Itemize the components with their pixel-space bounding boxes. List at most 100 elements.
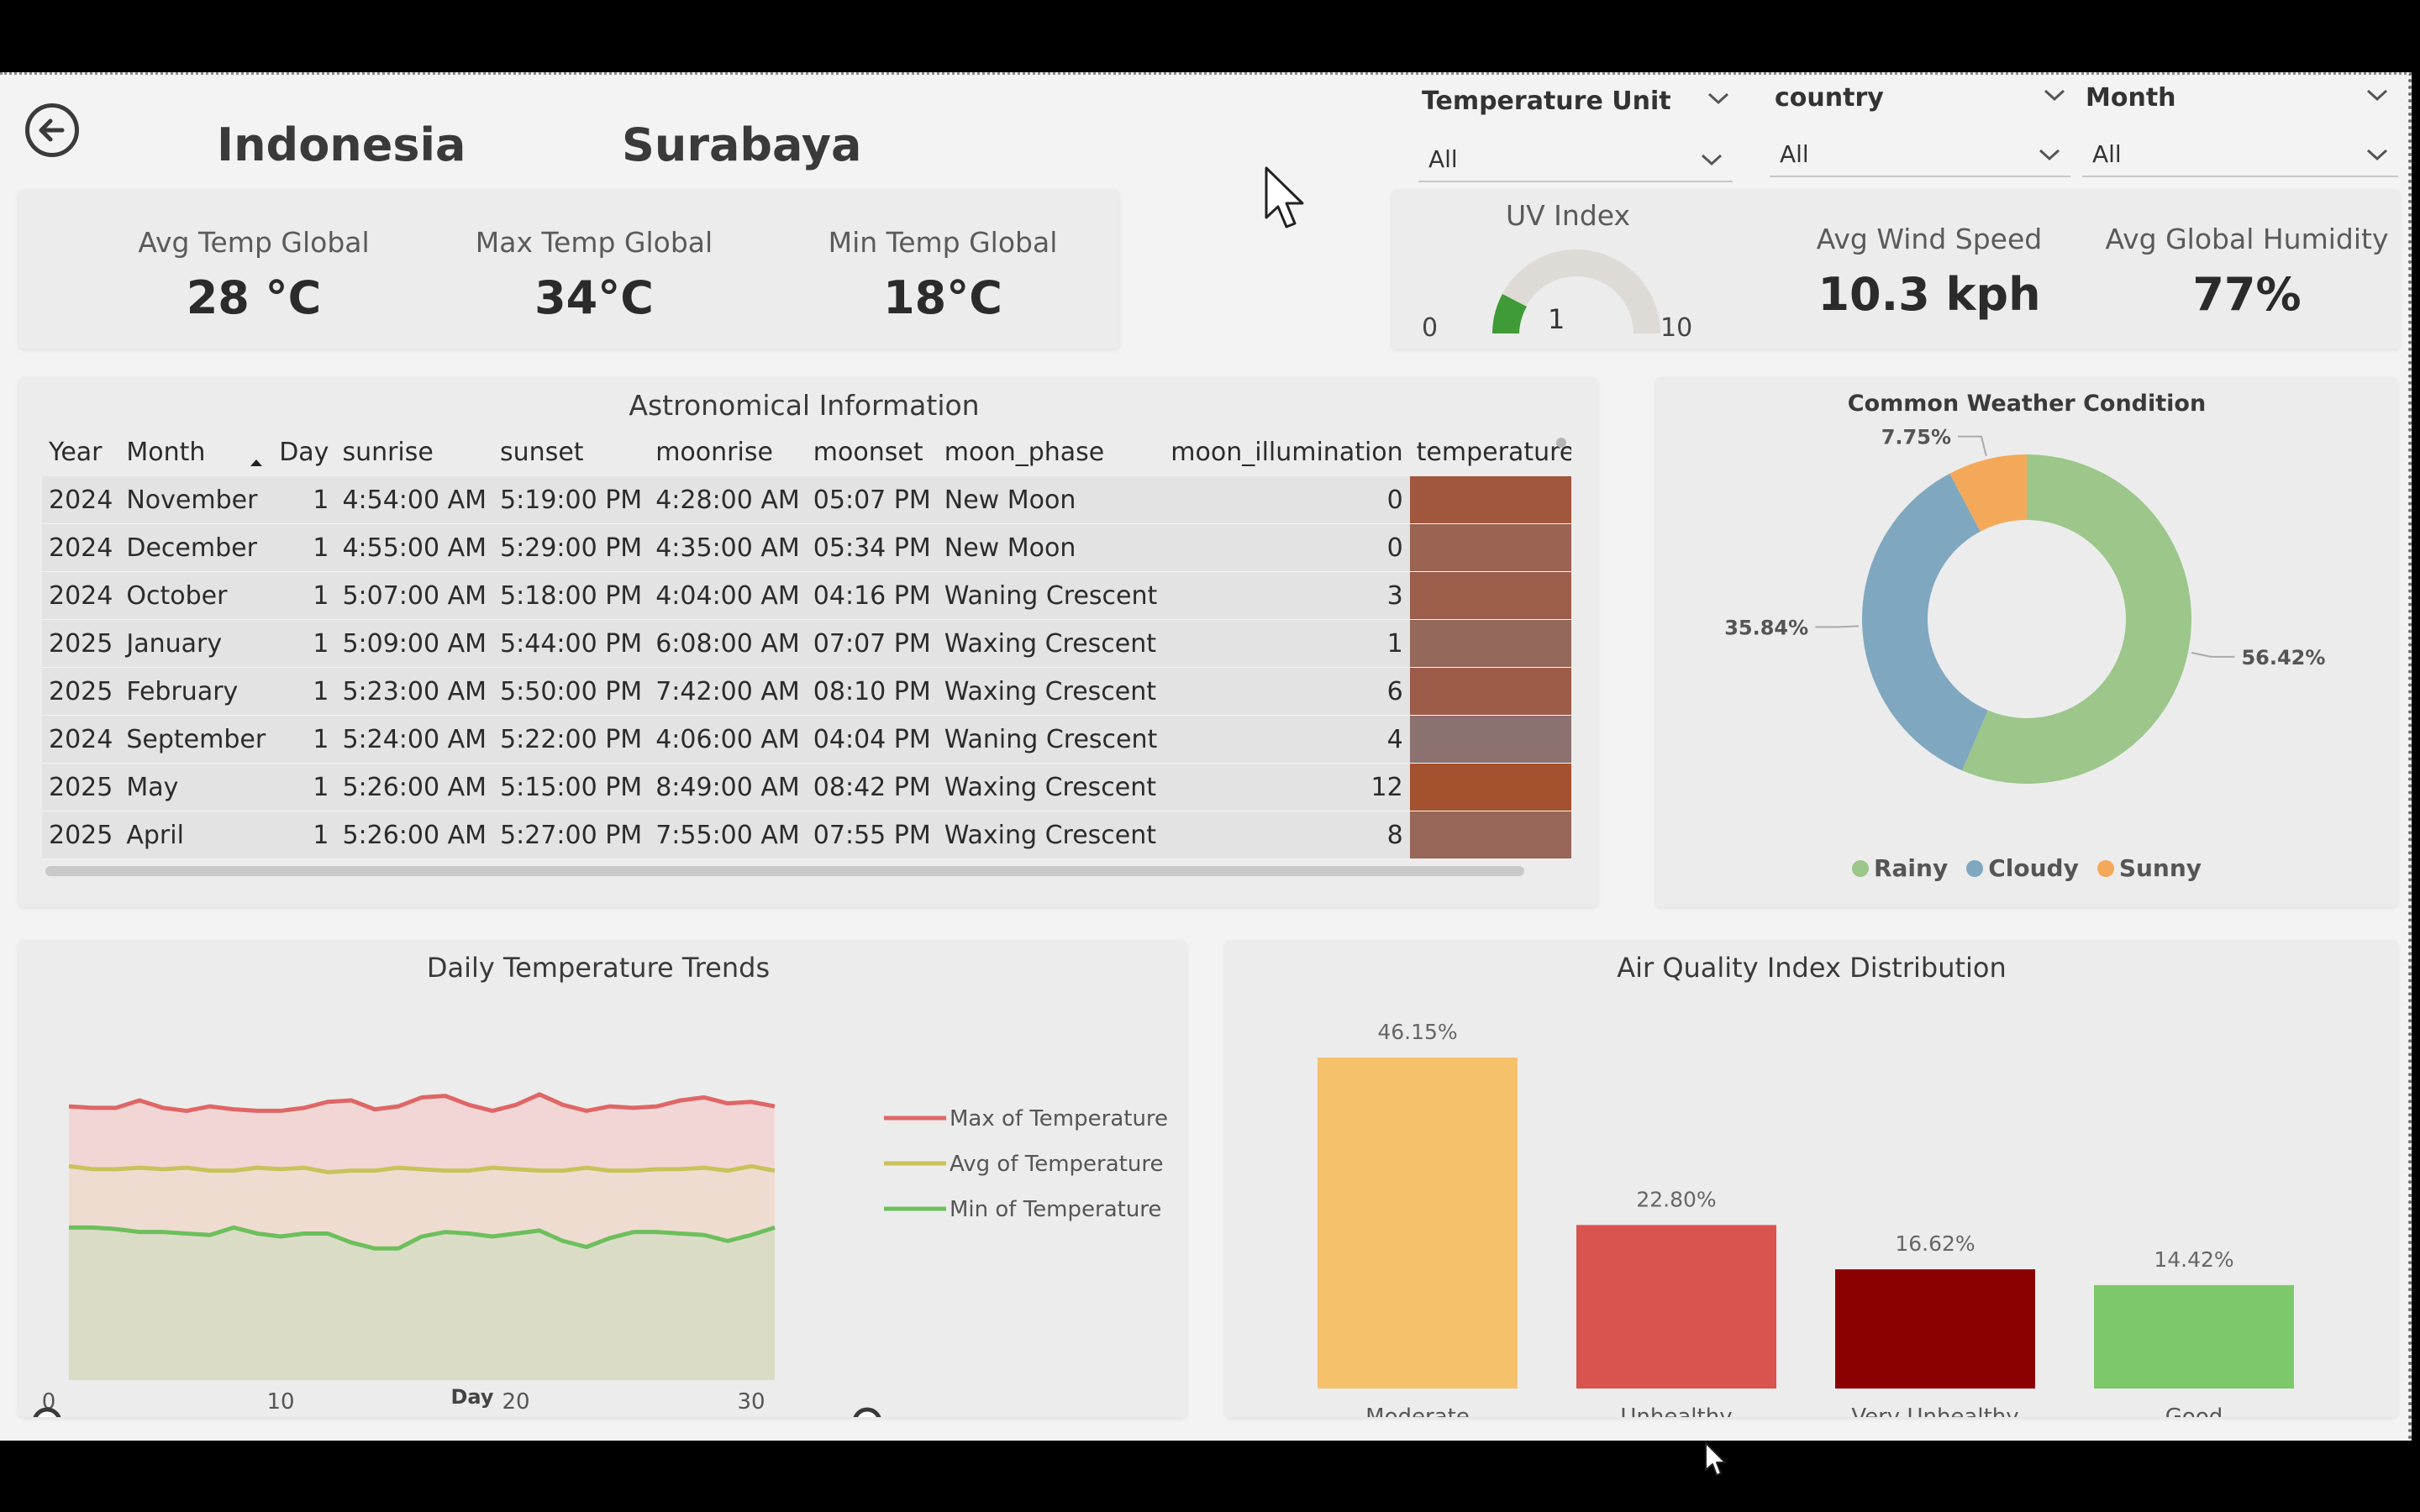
chevron-down-icon[interactable] (1706, 90, 1731, 107)
column-header[interactable]: moonrise (649, 428, 807, 476)
temperature-trends-card: Daily Temperature Trends 0 10 20 30 Max of T… (18, 940, 1186, 1417)
legend-item-sunny[interactable]: Sunny (2096, 854, 2202, 882)
table-cell: 1 (272, 667, 336, 716)
donut-data-label: 56.42% (2241, 646, 2325, 669)
table-cell: 04:16 PM (806, 571, 938, 620)
bar-category-label: Very Unhealthy (1851, 1404, 2018, 1417)
column-header[interactable]: sunrise (335, 428, 493, 476)
legend-item-cloudy[interactable]: Cloudy (1966, 854, 2079, 882)
bar-moderate[interactable] (1318, 1058, 1518, 1389)
table-cell: 4:06:00 AM (649, 715, 807, 764)
table-cell: 2024 (42, 523, 120, 572)
table-cell: 24.2 (1409, 811, 1571, 859)
legend-item-rainy[interactable]: Rainy (1851, 854, 1948, 882)
table-cell: 2025 (42, 619, 120, 668)
table-cell: 5:24:00 AM (335, 715, 494, 764)
table-cell: 5:27:00 PM (493, 811, 650, 859)
table-cell: 1 (272, 619, 336, 668)
month-dropdown[interactable]: All (2082, 132, 2398, 177)
table-cell: 2025 (42, 667, 120, 716)
table-cell: October (119, 571, 273, 620)
bar-unhealthy[interactable] (1576, 1225, 1776, 1389)
back-button[interactable] (25, 103, 79, 157)
table-cell: New Moon (937, 523, 1165, 572)
uv-value: 1 (1548, 303, 1565, 335)
table-cell: 26.1 (1409, 571, 1571, 620)
vertical-scrollbar[interactable] (1556, 438, 1566, 448)
avg-temp-value: 28 °C (186, 271, 322, 324)
table-row[interactable]: 2024 December 1 4:55:00 AM 5:29:00 PM 4:35:00… (42, 523, 1571, 572)
column-header[interactable]: Month (119, 428, 272, 476)
column-header[interactable]: Year (42, 428, 119, 476)
table-row[interactable]: 2025 February 1 5:23:00 AM 5:50:00 PM 7:42:00… (42, 667, 1571, 716)
table-cell: 4:54:00 AM (335, 476, 494, 524)
table-cell: Waning Crescent (937, 715, 1165, 764)
table-cell: 4:55:00 AM (335, 523, 494, 572)
arrow-left-icon (39, 118, 65, 142)
x-tick-label: 10 (266, 1389, 294, 1415)
table-cell: 5:26:00 AM (335, 811, 494, 859)
uv-gauge (1492, 249, 1660, 333)
bar-data-label: 46.15% (1377, 1020, 1457, 1044)
astronomical-table-card: Astronomical Information Year Month Day … (18, 377, 1598, 906)
day-slider-end-handle[interactable] (853, 1407, 881, 1417)
table-row[interactable]: 2025 April 1 5:26:00 AM 5:27:00 PM 7:55:00 AM… (42, 811, 1571, 859)
chevron-down-icon[interactable] (2365, 87, 2390, 103)
table-cell: 6:08:00 AM (649, 619, 807, 668)
table-cell: Waxing Crescent (937, 667, 1165, 716)
month-value: All (2092, 139, 2122, 168)
legend-dot-icon (2096, 859, 2114, 877)
humidity-value: 77% (2192, 268, 2302, 321)
chevron-down-icon (1701, 154, 1723, 166)
chevron-down-icon (2039, 149, 2060, 161)
column-header[interactable]: temperature_celsiu (1410, 428, 1571, 476)
table-cell: 08:42 PM (806, 763, 938, 811)
table-cell: May (119, 763, 273, 811)
donut-slice-cloudy[interactable] (1862, 473, 1988, 771)
donut-leader-line (1815, 625, 1860, 628)
temperature-trends-chart: 0 10 20 30Max of TemperatureAvg of Temperat… (33, 1092, 1168, 1417)
table-cell: 5:07:00 AM (335, 571, 494, 620)
weather-condition-card: Common Weather Condition 56.42% 35.84% 7.7… (1655, 377, 2398, 906)
table-cell: 4:04:00 AM (649, 571, 807, 620)
table-cell: 8 (1164, 811, 1410, 859)
column-header-sorted[interactable]: Day (272, 428, 335, 476)
country-dropdown[interactable]: All (1770, 132, 2070, 177)
table-cell: 07:55 PM (806, 811, 938, 859)
temperature-unit-dropdown[interactable]: All (1418, 137, 1733, 182)
chevron-down-icon[interactable] (2042, 87, 2067, 103)
table-cell: 4:28:00 AM (649, 476, 807, 524)
horizontal-scrollbar[interactable] (45, 866, 1524, 876)
table-cell: 5:22:00 PM (493, 715, 650, 764)
temperature-unit-slicer-label: Temperature Unit (1422, 87, 1671, 116)
astronomical-table-title: Astronomical Information (629, 389, 980, 422)
temperature-kpi-card: Avg Temp Global 28 °C Max Temp Global 34… (18, 189, 1119, 349)
column-header[interactable]: moon_phase (938, 428, 1165, 476)
column-header[interactable]: moon_illumination (1164, 428, 1409, 476)
table-cell: 05:34 PM (806, 523, 938, 572)
temperature-unit-value: All (1428, 144, 1458, 173)
table-cell: September (119, 715, 273, 764)
table-row[interactable]: 2025 January 1 5:09:00 AM 5:44:00 PM 6:08:00 … (42, 619, 1571, 668)
table-row[interactable]: 2025 May 1 5:26:00 AM 5:15:00 PM 8:49:00 AM 08… (42, 763, 1571, 811)
donut-data-label: 35.84% (1724, 616, 1808, 639)
uv-max-label: 10 (1660, 313, 1693, 343)
table-row[interactable]: 2024 September 1 5:24:00 AM 5:22:00 PM 4:06:0… (42, 715, 1571, 764)
bar-good[interactable] (2094, 1284, 2294, 1389)
table-cell: 04:04 PM (806, 715, 938, 764)
column-header[interactable]: sunset (493, 428, 649, 476)
table-row[interactable]: 2024 October 1 5:07:00 AM 5:18:00 PM 4:04:00 … (42, 571, 1571, 620)
min-temp-label: Min Temp Global (828, 226, 1058, 259)
day-slider-start-handle[interactable] (33, 1407, 61, 1417)
donut-leader-line (2191, 652, 2235, 658)
weather-kpi-card: UV Index 0 1 10 Avg Wind Speed 10.3 kph … (1392, 189, 2400, 349)
table-cell: 0 (1164, 523, 1410, 572)
bar-very-unhealthy[interactable] (1835, 1269, 2035, 1389)
mouse-cursor-icon (1705, 1442, 1726, 1476)
bar-category-label: Good (2165, 1404, 2223, 1417)
column-header[interactable]: moonset (807, 428, 938, 476)
table-row[interactable]: 2024 November 1 4:54:00 AM 5:19:00 PM 4:28:00… (42, 476, 1571, 524)
country-slicer-label: country (1775, 83, 1884, 113)
astronomical-table-body: 2024 November 1 4:54:00 AM 5:19:00 PM 4:28:00… (42, 476, 1571, 859)
table-cell: 07:07 PM (806, 619, 938, 668)
